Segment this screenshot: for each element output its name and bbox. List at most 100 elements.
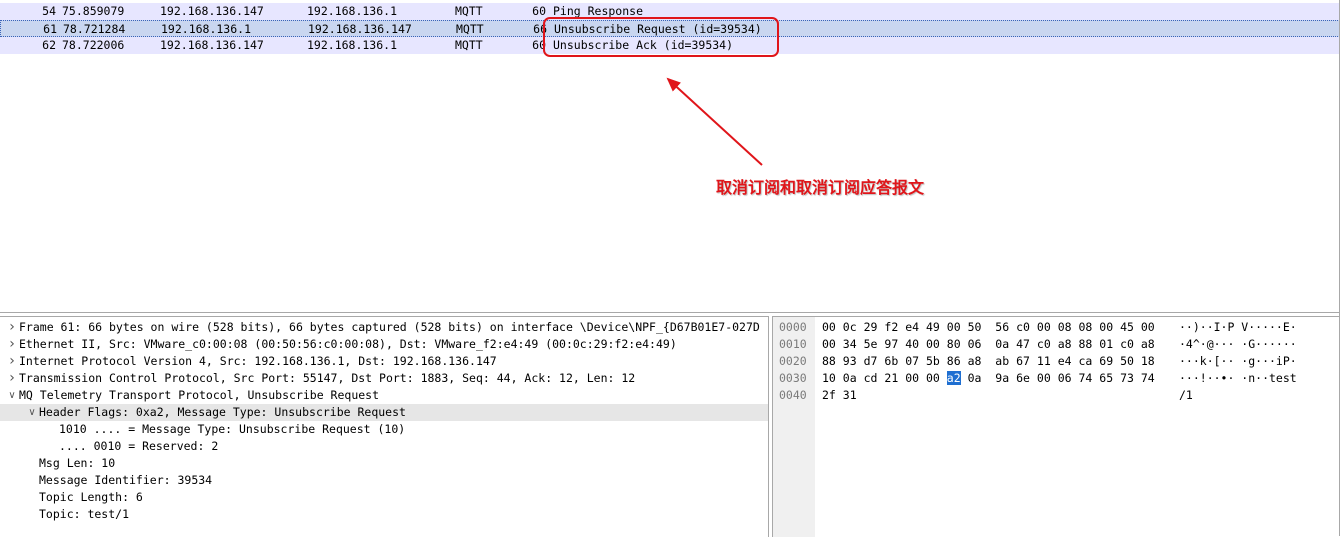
hex-byte[interactable]: 21 [884,371,898,385]
detail-tree-row[interactable]: Topic Length: 6 [0,489,768,506]
hex-byte[interactable]: 67 [1016,354,1030,368]
hex-byte[interactable]: 80 [947,337,961,351]
hex-byte[interactable]: 9a [995,371,1009,385]
hex-byte[interactable]: 2f [822,388,836,402]
hex-byte[interactable]: a8 [968,354,982,368]
hex-byte[interactable]: 47 [1016,337,1030,351]
packet-details-pane[interactable]: › Frame 61: 66 bytes on wire (528 bits), … [0,316,769,537]
detail-tree-row[interactable]: › Internet Protocol Version 4, Src: 192.1… [0,353,768,370]
hex-byte[interactable]: 00 [1099,320,1113,334]
hex-byte[interactable]: 00 [1141,320,1155,334]
annotation-arrow-icon [666,77,763,166]
chevron-right-icon[interactable]: › [6,370,18,387]
detail-tree-row[interactable]: › Ethernet II, Src: VMware_c0:00:08 (00:5… [0,336,768,353]
hex-byte[interactable]: 11 [1037,354,1051,368]
detail-tree-label: MQ Telemetry Transport Protocol, Unsubsc… [19,388,380,402]
hex-byte[interactable]: 00 [822,337,836,351]
hex-byte[interactable]: 00 [822,320,836,334]
detail-tree-row[interactable]: › Transmission Control Protocol, Src Port… [0,370,768,387]
bytes-row[interactable]: 00 00 00 0c 29 f2 e4 49 00 50 56 c0 00 08 … [773,319,1340,336]
hex-byte[interactable]: c0 [1037,337,1051,351]
chevron-down-icon[interactable]: ∨ [6,387,18,404]
hex-byte[interactable]: 01 [1099,337,1113,351]
detail-tree-row[interactable]: ∨ Header Flags: 0xa2, Message Type: Unsub… [0,404,768,421]
hex-byte[interactable]: 86 [947,354,961,368]
hex-byte[interactable]: 5b [926,354,940,368]
hex-byte[interactable]: 00 [947,320,961,334]
hex-byte[interactable]: 73 [1120,371,1134,385]
hex-byte[interactable]: 74 [1078,371,1092,385]
chevron-down-icon[interactable]: ∨ [26,404,38,421]
hex-bytes[interactable]: 88 93 d7 6b 07 5b 86 a8 ab 67 11 e4 ca 6… [822,353,1155,370]
hex-byte[interactable]: 56 [995,320,1009,334]
hex-byte[interactable]: 40 [905,337,919,351]
hex-bytes[interactable]: 10 0a cd 21 00 00 a2 0a 9a 6e 00 06 74 6… [822,370,1155,387]
bytes-row[interactable]: 0040 2f 31/1 [773,387,1340,404]
detail-tree-row[interactable]: Msg Len: 10 [0,455,768,472]
hex-byte[interactable]: 00 [926,337,940,351]
hex-byte[interactable]: d7 [864,354,878,368]
bytes-row[interactable]: 0010 00 34 5e 97 40 00 80 06 0a 47 c0 a8 … [773,336,1340,353]
hex-byte[interactable]: 0a [968,371,982,385]
hex-byte[interactable]: e4 [905,320,919,334]
detail-tree-row[interactable]: › Frame 61: 66 bytes on wire (528 bits), … [0,319,768,336]
chevron-right-icon[interactable]: › [6,336,18,353]
hex-byte[interactable]: 29 [864,320,878,334]
hex-byte[interactable]: 6b [884,354,898,368]
detail-tree-row[interactable]: .... 0010 = Reserved: 2 [0,438,768,455]
hex-byte[interactable]: cd [864,371,878,385]
hex-byte[interactable]: 69 [1099,354,1113,368]
hex-bytes[interactable]: 2f 31 [822,387,857,404]
bytes-row[interactable]: 0030 10 0a cd 21 00 00 a2 0a 9a 6e 00 06 … [773,370,1340,387]
hex-byte[interactable]: 50 [1120,354,1134,368]
hex-bytes[interactable]: 00 34 5e 97 40 00 80 06 0a 47 c0 a8 88 0… [822,336,1155,353]
hex-bytes[interactable]: 00 0c 29 f2 e4 49 00 50 56 c0 00 08 08 0… [822,319,1155,336]
hex-byte[interactable]: 65 [1099,371,1113,385]
hex-byte[interactable]: 06 [968,337,982,351]
hex-byte[interactable]: c0 [1016,320,1030,334]
hex-byte[interactable]: 0c [843,320,857,334]
hex-byte[interactable]: 07 [905,354,919,368]
detail-tree-row[interactable]: Message Identifier: 39534 [0,472,768,489]
hex-byte[interactable]: 88 [822,354,836,368]
hex-byte[interactable]: 00 [1037,371,1051,385]
hex-byte[interactable]: ab [995,354,1009,368]
hex-byte[interactable]: 08 [1078,320,1092,334]
hex-byte[interactable]: 88 [1078,337,1092,351]
hex-byte[interactable]: 08 [1058,320,1072,334]
hex-byte[interactable]: 00 [926,371,940,385]
chevron-right-icon[interactable]: › [6,319,18,336]
hex-byte[interactable]: f2 [884,320,898,334]
hex-byte[interactable]: 00 [905,371,919,385]
hex-byte[interactable]: 0a [843,371,857,385]
hex-byte[interactable]: e4 [1058,354,1072,368]
hex-byte[interactable]: 0a [995,337,1009,351]
bytes-row[interactable]: 0020 88 93 d7 6b 07 5b 86 a8 ab 67 11 e4 … [773,353,1340,370]
hex-byte[interactable]: 97 [884,337,898,351]
chevron-right-icon[interactable]: › [6,353,18,370]
hex-byte[interactable]: 93 [843,354,857,368]
hex-byte[interactable]: 74 [1141,371,1155,385]
hex-byte[interactable]: 18 [1141,354,1155,368]
hex-byte[interactable]: a8 [1141,337,1155,351]
hex-byte[interactable]: 45 [1120,320,1134,334]
detail-tree-row[interactable]: Topic: test/1 [0,506,768,523]
detail-tree-row[interactable]: 1010 .... = Message Type: Unsubscribe Re… [0,421,768,438]
detail-tree-row[interactable]: ∨ MQ Telemetry Transport Protocol, Unsubs… [0,387,768,404]
ascii-bytes: ···!··•· ·n··test [1179,371,1297,385]
hex-byte[interactable]: ca [1078,354,1092,368]
hex-byte[interactable]: 00 [1037,320,1051,334]
hex-byte[interactable]: 31 [843,388,857,402]
hex-byte[interactable]: 50 [968,320,982,334]
hex-byte[interactable]: 5e [864,337,878,351]
hex-byte[interactable]: c0 [1120,337,1134,351]
hex-byte[interactable]: 10 [822,371,836,385]
detail-tree-label: .... 0010 = Reserved: 2 [59,439,219,453]
hex-byte[interactable]: 49 [926,320,940,334]
hex-byte[interactable]: a8 [1058,337,1072,351]
packet-bytes-pane[interactable]: 0000 00 0c 29 f2 e4 49 00 50 56 c0 00 08 … [772,316,1340,537]
hex-byte[interactable]: a2 [946,371,961,385]
hex-byte[interactable]: 06 [1058,371,1072,385]
hex-byte[interactable]: 6e [1016,371,1030,385]
hex-byte[interactable]: 34 [843,337,857,351]
